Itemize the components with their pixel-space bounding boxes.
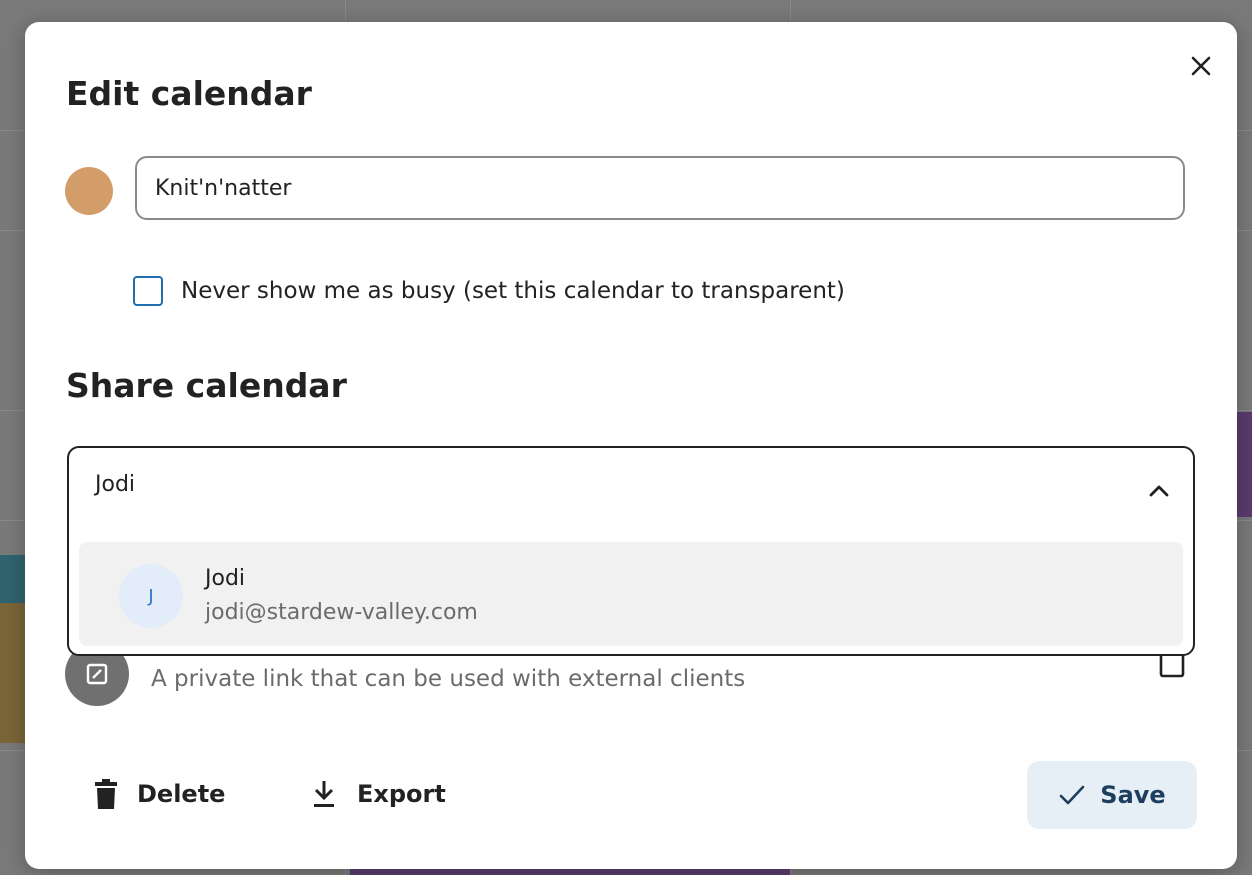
background-event (0, 555, 25, 603)
checkmark-icon (1059, 785, 1085, 805)
calendar-color-picker[interactable] (65, 167, 113, 215)
edit-calendar-dialog: Edit calendar Never show me as busy (set… (25, 22, 1237, 869)
share-search-combobox[interactable]: Jodi J Jodi jodi@stardew-valley.com (67, 446, 1195, 656)
background-event (1237, 412, 1252, 517)
share-search-input[interactable]: Jodi (95, 472, 135, 497)
background-event (0, 603, 25, 743)
transparency-option[interactable]: Never show me as busy (set this calendar… (133, 276, 845, 306)
dropdown-toggle[interactable] (1141, 472, 1177, 508)
trash-icon (95, 779, 117, 809)
private-link-description: A private link that can be used with ext… (151, 666, 746, 692)
suggestion-option[interactable]: J Jodi jodi@stardew-valley.com (79, 542, 1183, 646)
share-heading: Share calendar (66, 366, 347, 405)
close-button[interactable] (1181, 46, 1221, 86)
suggestion-email: jodi@stardew-valley.com (205, 600, 478, 625)
dialog-title: Edit calendar (66, 74, 312, 113)
export-button[interactable]: Export (311, 770, 446, 818)
avatar: J (119, 564, 183, 628)
save-label: Save (1100, 781, 1166, 809)
save-button[interactable]: Save (1027, 761, 1197, 829)
calendar-name-input[interactable] (135, 156, 1185, 220)
delete-button[interactable]: Delete (95, 770, 225, 818)
download-icon (314, 781, 334, 807)
export-label: Export (357, 780, 446, 808)
close-icon (1191, 56, 1211, 76)
chevron-up-icon (1149, 485, 1169, 497)
transparency-checkbox[interactable] (133, 276, 163, 306)
background-event (350, 868, 790, 875)
transparency-label: Never show me as busy (set this calendar… (181, 278, 845, 304)
suggestion-name: Jodi (205, 566, 246, 591)
delete-label: Delete (137, 780, 226, 808)
